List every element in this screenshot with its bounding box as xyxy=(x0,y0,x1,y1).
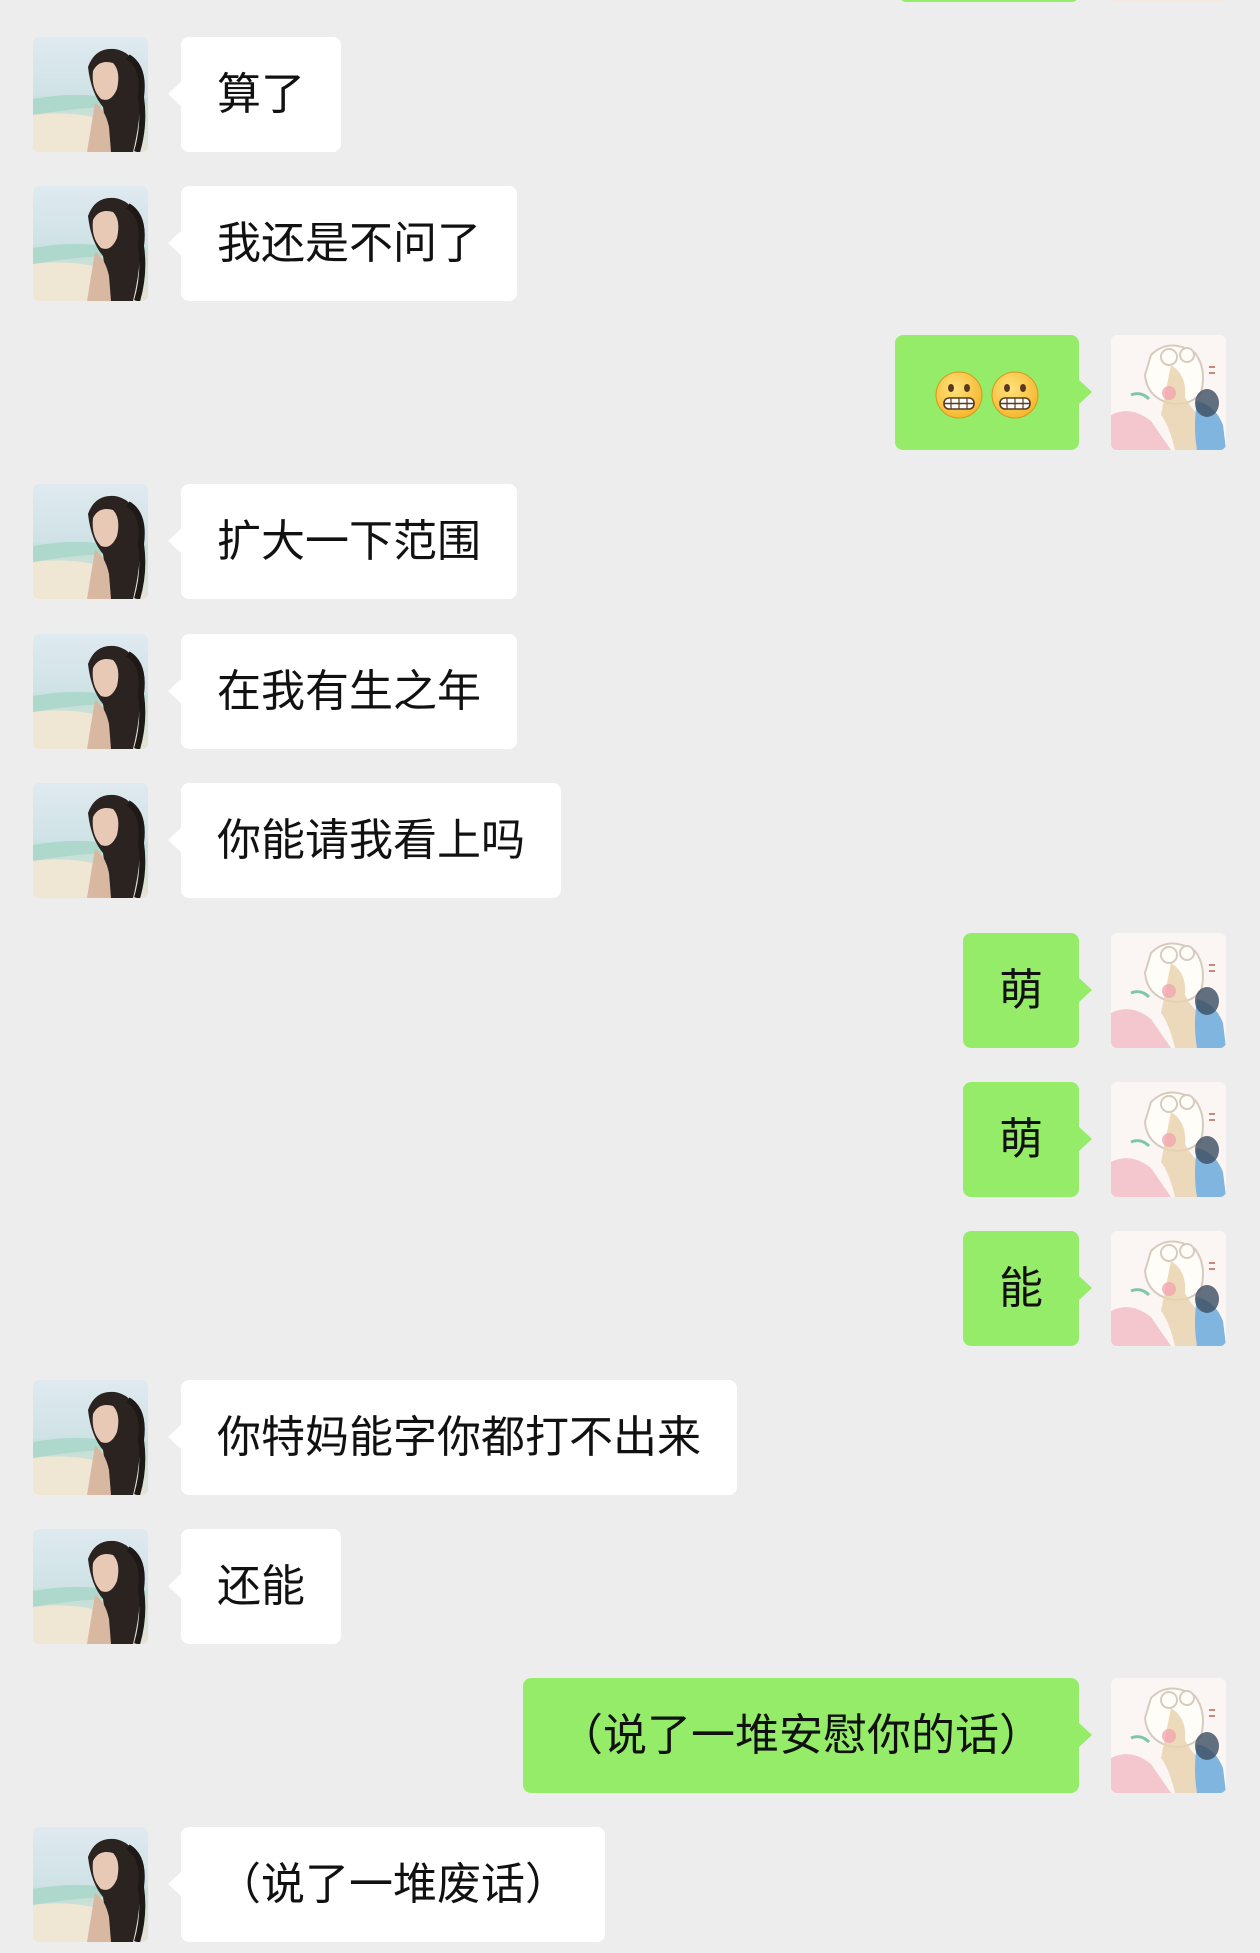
message-text: 我还是不问了 xyxy=(217,218,481,269)
incoming-message-bubble[interactable]: 你能请我看上吗 xyxy=(168,783,561,898)
contact-avatar[interactable] xyxy=(33,1380,148,1495)
incoming-message-row: 在我有生之年 xyxy=(0,634,1260,749)
incoming-message-row: （说了一堆废话） xyxy=(0,1827,1260,1942)
message-text: 你特妈能字你都打不出来 xyxy=(217,1412,701,1463)
outgoing-message-row: （说了一堆安慰你的话） xyxy=(0,1678,1260,1793)
message-text: 萌 xyxy=(999,965,1043,1016)
message-text: 在我有生之年 xyxy=(217,666,481,717)
message-text: 你能请我看上吗 xyxy=(217,815,525,866)
incoming-message-row: 扩大一下范围 xyxy=(0,484,1260,599)
message-text: 能 xyxy=(999,1263,1043,1314)
contact-avatar[interactable] xyxy=(33,1827,148,1942)
incoming-message-row: 你特妈能字你都打不出来 xyxy=(0,1380,1260,1495)
message-text: （说了一堆安慰你的话） xyxy=(559,1710,1043,1761)
incoming-message-bubble[interactable]: 扩大一下范围 xyxy=(168,484,517,599)
contact-avatar[interactable] xyxy=(33,186,148,301)
contact-avatar[interactable] xyxy=(33,484,148,599)
outgoing-message-bubble[interactable] xyxy=(895,335,1092,450)
outgoing-message-row: 萌 xyxy=(0,1082,1260,1197)
grimacing-face-icon xyxy=(990,370,1040,420)
message-text: 还能 xyxy=(217,1561,305,1612)
incoming-message-bubble[interactable]: 还能 xyxy=(168,1529,341,1644)
own-avatar[interactable] xyxy=(1111,1678,1226,1793)
grimacing-face-icon xyxy=(934,370,984,420)
outgoing-message-bubble[interactable]: 萌 xyxy=(963,933,1092,1048)
contact-avatar[interactable] xyxy=(33,783,148,898)
incoming-message-row: 算了 xyxy=(0,37,1260,152)
contact-avatar[interactable] xyxy=(33,37,148,152)
own-avatar[interactable] xyxy=(1111,1231,1226,1346)
own-avatar[interactable] xyxy=(1111,335,1226,450)
message-text: （说了一堆废话） xyxy=(217,1859,569,1910)
incoming-message-bubble[interactable]: 我还是不问了 xyxy=(168,186,517,301)
contact-avatar[interactable] xyxy=(33,1529,148,1644)
incoming-message-bubble[interactable]: 你特妈能字你都打不出来 xyxy=(168,1380,737,1495)
incoming-message-row: 你能请我看上吗 xyxy=(0,783,1260,898)
outgoing-message-row: 能 xyxy=(0,1231,1260,1346)
message-text: 萌 xyxy=(999,1114,1043,1165)
outgoing-message-row xyxy=(0,335,1260,450)
outgoing-message-bubble[interactable]: 能 xyxy=(963,1231,1092,1346)
outgoing-message-row: 萌 xyxy=(0,933,1260,1048)
message-text: 扩大一下范围 xyxy=(217,516,481,567)
message-text: 算了 xyxy=(217,69,305,120)
outgoing-message-bubble[interactable]: （说了一堆安慰你的话） xyxy=(523,1678,1092,1793)
own-avatar[interactable] xyxy=(1111,1082,1226,1197)
previous-outgoing-bubble xyxy=(900,0,1078,2)
incoming-message-row: 还能 xyxy=(0,1529,1260,1644)
own-avatar[interactable] xyxy=(1111,933,1226,1048)
previous-own-avatar xyxy=(1111,0,1226,2)
outgoing-message-bubble[interactable]: 萌 xyxy=(963,1082,1092,1197)
incoming-message-bubble[interactable]: 在我有生之年 xyxy=(168,634,517,749)
incoming-message-bubble[interactable]: （说了一堆废话） xyxy=(168,1827,605,1942)
chat-message-list: 算了 我还是不问了 扩大一下范围 在我有生之年 你能请我看上吗萌萌能你特妈能字你都打不出… xyxy=(0,0,1260,1953)
contact-avatar[interactable] xyxy=(33,634,148,749)
incoming-message-row: 我还是不问了 xyxy=(0,186,1260,301)
incoming-message-bubble[interactable]: 算了 xyxy=(168,37,341,152)
